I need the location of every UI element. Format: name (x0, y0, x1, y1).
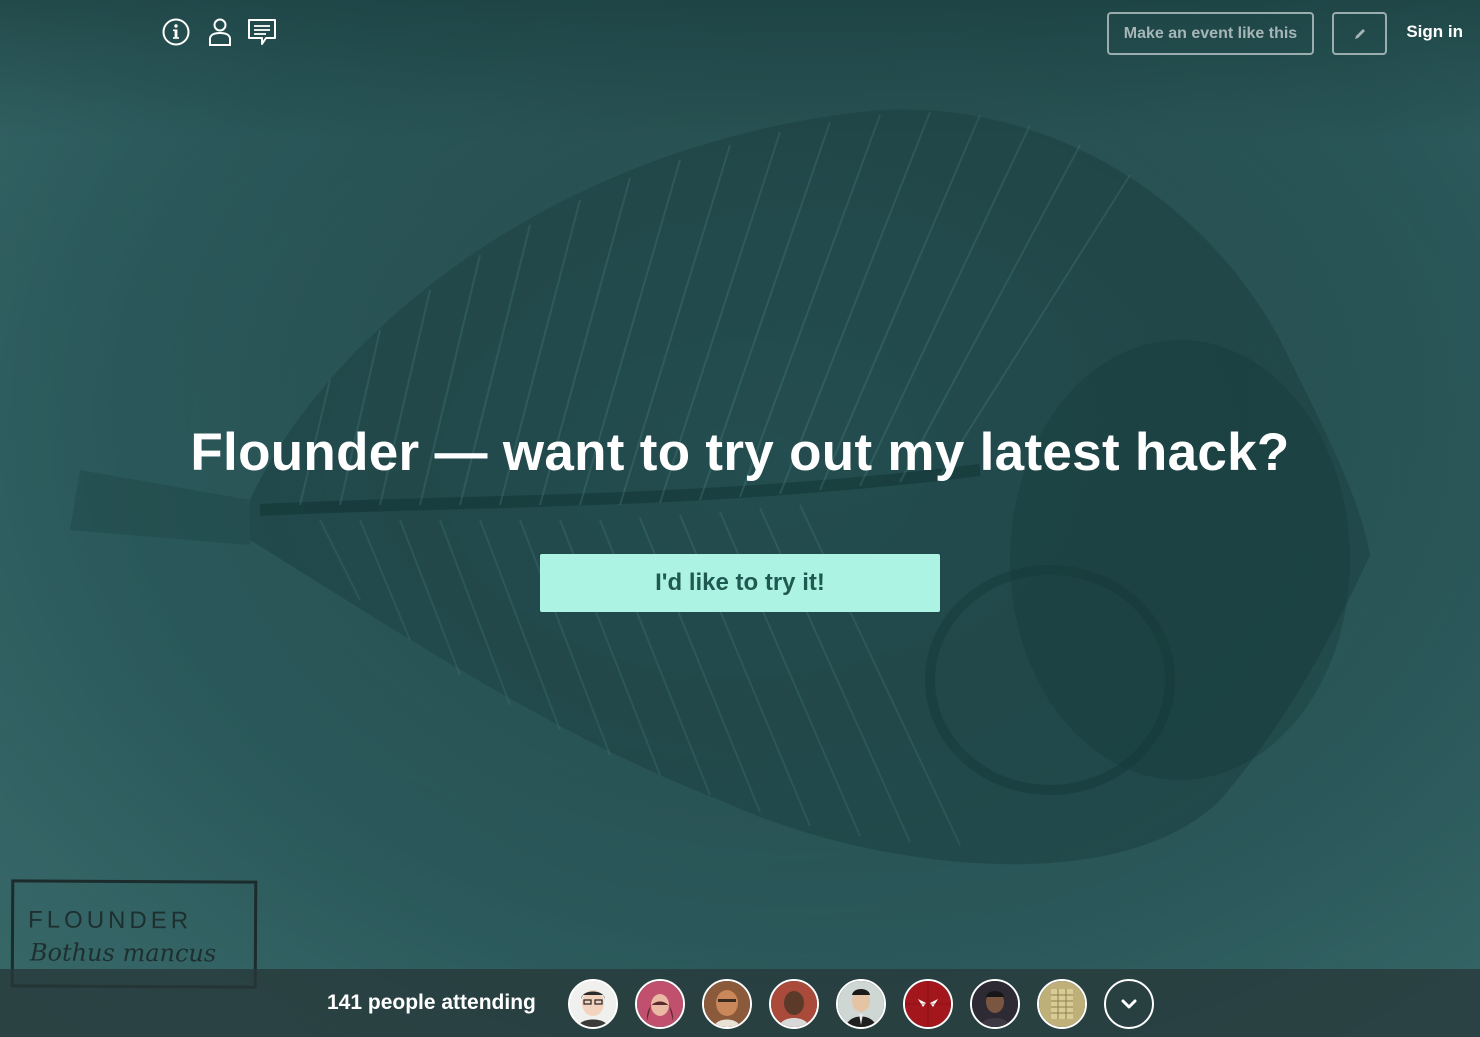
show-more-attendees-button[interactable] (1104, 979, 1154, 1029)
person-icon[interactable] (205, 17, 235, 47)
top-bar: Make an event like this Sign in (0, 0, 1480, 66)
specimen-latin-name: Bothus mancus (29, 938, 217, 968)
attendee-avatar[interactable] (903, 979, 953, 1029)
sign-in-link[interactable]: Sign in (1406, 22, 1463, 42)
attendee-avatar[interactable] (635, 979, 685, 1029)
attendee-avatar[interactable] (769, 979, 819, 1029)
chat-icon[interactable] (247, 17, 277, 47)
specimen-name: FLOUNDER (28, 906, 193, 935)
attendance-bar: 141 people attending (0, 969, 1480, 1037)
make-event-button[interactable]: Make an event like this (1107, 12, 1314, 55)
attendee-avatar[interactable] (970, 979, 1020, 1029)
attendee-avatar[interactable] (702, 979, 752, 1029)
edit-button[interactable] (1332, 12, 1387, 55)
info-icon[interactable] (161, 17, 191, 47)
chevron-down-icon (1121, 999, 1137, 1009)
attendee-avatar[interactable] (836, 979, 886, 1029)
event-page: FLOUNDER Bothus mancus Make an event lik… (0, 0, 1480, 1037)
rsvp-button[interactable]: I'd like to try it! (540, 554, 940, 612)
attendee-avatar[interactable] (1037, 979, 1087, 1029)
pencil-icon (1354, 28, 1365, 39)
attendee-avatar[interactable] (568, 979, 618, 1029)
event-title: Flounder — want to try out my latest hac… (190, 423, 1290, 482)
attendance-count: 141 people attending (327, 991, 536, 1014)
